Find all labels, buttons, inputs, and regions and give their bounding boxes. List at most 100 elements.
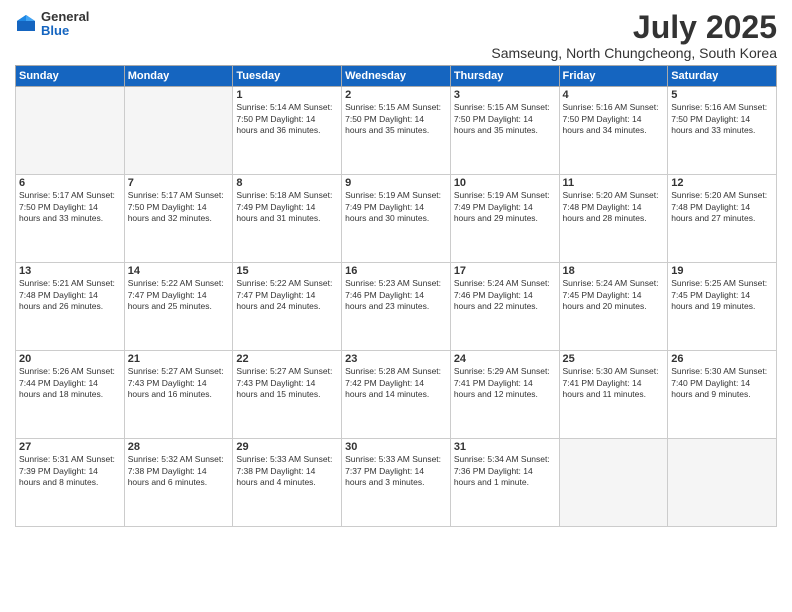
calendar-cell: 12Sunrise: 5:20 AM Sunset: 7:48 PM Dayli… xyxy=(668,175,777,263)
logo-text: General Blue xyxy=(41,10,89,39)
day-number: 20 xyxy=(19,353,121,365)
week-row-3: 13Sunrise: 5:21 AM Sunset: 7:48 PM Dayli… xyxy=(16,263,777,351)
day-info: Sunrise: 5:29 AM Sunset: 7:41 PM Dayligh… xyxy=(454,366,556,400)
calendar-cell: 20Sunrise: 5:26 AM Sunset: 7:44 PM Dayli… xyxy=(16,351,125,439)
day-info: Sunrise: 5:27 AM Sunset: 7:43 PM Dayligh… xyxy=(128,366,230,400)
day-number: 26 xyxy=(671,353,773,365)
day-number: 16 xyxy=(345,265,447,277)
month-title: July 2025 xyxy=(491,10,777,45)
day-info: Sunrise: 5:16 AM Sunset: 7:50 PM Dayligh… xyxy=(563,102,665,136)
calendar-cell: 27Sunrise: 5:31 AM Sunset: 7:39 PM Dayli… xyxy=(16,439,125,527)
week-row-4: 20Sunrise: 5:26 AM Sunset: 7:44 PM Dayli… xyxy=(16,351,777,439)
day-number: 10 xyxy=(454,177,556,189)
day-number: 19 xyxy=(671,265,773,277)
day-info: Sunrise: 5:21 AM Sunset: 7:48 PM Dayligh… xyxy=(19,278,121,312)
day-info: Sunrise: 5:17 AM Sunset: 7:50 PM Dayligh… xyxy=(128,190,230,224)
day-info: Sunrise: 5:22 AM Sunset: 7:47 PM Dayligh… xyxy=(128,278,230,312)
header-sunday: Sunday xyxy=(16,66,125,87)
logo-general: General xyxy=(41,10,89,24)
day-number: 13 xyxy=(19,265,121,277)
header-thursday: Thursday xyxy=(450,66,559,87)
day-info: Sunrise: 5:20 AM Sunset: 7:48 PM Dayligh… xyxy=(671,190,773,224)
calendar-cell xyxy=(559,439,668,527)
day-number: 31 xyxy=(454,441,556,453)
day-number: 2 xyxy=(345,89,447,101)
calendar-cell: 23Sunrise: 5:28 AM Sunset: 7:42 PM Dayli… xyxy=(342,351,451,439)
day-number: 30 xyxy=(345,441,447,453)
day-info: Sunrise: 5:32 AM Sunset: 7:38 PM Dayligh… xyxy=(128,454,230,488)
day-number: 5 xyxy=(671,89,773,101)
day-number: 1 xyxy=(236,89,338,101)
calendar: Sunday Monday Tuesday Wednesday Thursday… xyxy=(15,65,777,527)
day-number: 6 xyxy=(19,177,121,189)
calendar-cell: 3Sunrise: 5:15 AM Sunset: 7:50 PM Daylig… xyxy=(450,87,559,175)
day-info: Sunrise: 5:27 AM Sunset: 7:43 PM Dayligh… xyxy=(236,366,338,400)
day-number: 12 xyxy=(671,177,773,189)
calendar-cell: 7Sunrise: 5:17 AM Sunset: 7:50 PM Daylig… xyxy=(124,175,233,263)
calendar-cell xyxy=(16,87,125,175)
calendar-cell: 5Sunrise: 5:16 AM Sunset: 7:50 PM Daylig… xyxy=(668,87,777,175)
calendar-cell: 6Sunrise: 5:17 AM Sunset: 7:50 PM Daylig… xyxy=(16,175,125,263)
day-info: Sunrise: 5:31 AM Sunset: 7:39 PM Dayligh… xyxy=(19,454,121,488)
calendar-cell xyxy=(124,87,233,175)
day-number: 18 xyxy=(563,265,665,277)
calendar-cell xyxy=(668,439,777,527)
calendar-cell: 31Sunrise: 5:34 AM Sunset: 7:36 PM Dayli… xyxy=(450,439,559,527)
day-info: Sunrise: 5:17 AM Sunset: 7:50 PM Dayligh… xyxy=(19,190,121,224)
calendar-cell: 9Sunrise: 5:19 AM Sunset: 7:49 PM Daylig… xyxy=(342,175,451,263)
calendar-cell: 29Sunrise: 5:33 AM Sunset: 7:38 PM Dayli… xyxy=(233,439,342,527)
day-number: 7 xyxy=(128,177,230,189)
week-row-2: 6Sunrise: 5:17 AM Sunset: 7:50 PM Daylig… xyxy=(16,175,777,263)
calendar-cell: 13Sunrise: 5:21 AM Sunset: 7:48 PM Dayli… xyxy=(16,263,125,351)
day-info: Sunrise: 5:28 AM Sunset: 7:42 PM Dayligh… xyxy=(345,366,447,400)
header-saturday: Saturday xyxy=(668,66,777,87)
header-wednesday: Wednesday xyxy=(342,66,451,87)
calendar-cell: 14Sunrise: 5:22 AM Sunset: 7:47 PM Dayli… xyxy=(124,263,233,351)
day-info: Sunrise: 5:19 AM Sunset: 7:49 PM Dayligh… xyxy=(454,190,556,224)
day-number: 11 xyxy=(563,177,665,189)
day-number: 29 xyxy=(236,441,338,453)
day-number: 25 xyxy=(563,353,665,365)
calendar-cell: 11Sunrise: 5:20 AM Sunset: 7:48 PM Dayli… xyxy=(559,175,668,263)
day-number: 4 xyxy=(563,89,665,101)
day-info: Sunrise: 5:34 AM Sunset: 7:36 PM Dayligh… xyxy=(454,454,556,488)
page: General Blue July 2025 Samseung, North C… xyxy=(0,0,792,612)
day-number: 23 xyxy=(345,353,447,365)
day-info: Sunrise: 5:33 AM Sunset: 7:37 PM Dayligh… xyxy=(345,454,447,488)
day-info: Sunrise: 5:15 AM Sunset: 7:50 PM Dayligh… xyxy=(345,102,447,136)
calendar-cell: 10Sunrise: 5:19 AM Sunset: 7:49 PM Dayli… xyxy=(450,175,559,263)
day-info: Sunrise: 5:22 AM Sunset: 7:47 PM Dayligh… xyxy=(236,278,338,312)
day-info: Sunrise: 5:30 AM Sunset: 7:41 PM Dayligh… xyxy=(563,366,665,400)
logo-blue: Blue xyxy=(41,24,89,38)
day-info: Sunrise: 5:24 AM Sunset: 7:46 PM Dayligh… xyxy=(454,278,556,312)
calendar-cell: 2Sunrise: 5:15 AM Sunset: 7:50 PM Daylig… xyxy=(342,87,451,175)
day-number: 9 xyxy=(345,177,447,189)
calendar-cell: 21Sunrise: 5:27 AM Sunset: 7:43 PM Dayli… xyxy=(124,351,233,439)
calendar-cell: 17Sunrise: 5:24 AM Sunset: 7:46 PM Dayli… xyxy=(450,263,559,351)
calendar-cell: 24Sunrise: 5:29 AM Sunset: 7:41 PM Dayli… xyxy=(450,351,559,439)
title-block: July 2025 Samseung, North Chungcheong, S… xyxy=(491,10,777,61)
day-number: 14 xyxy=(128,265,230,277)
day-number: 24 xyxy=(454,353,556,365)
calendar-cell: 30Sunrise: 5:33 AM Sunset: 7:37 PM Dayli… xyxy=(342,439,451,527)
day-number: 21 xyxy=(128,353,230,365)
calendar-cell: 25Sunrise: 5:30 AM Sunset: 7:41 PM Dayli… xyxy=(559,351,668,439)
calendar-cell: 15Sunrise: 5:22 AM Sunset: 7:47 PM Dayli… xyxy=(233,263,342,351)
calendar-cell: 8Sunrise: 5:18 AM Sunset: 7:49 PM Daylig… xyxy=(233,175,342,263)
day-number: 28 xyxy=(128,441,230,453)
calendar-cell: 19Sunrise: 5:25 AM Sunset: 7:45 PM Dayli… xyxy=(668,263,777,351)
week-row-1: 1Sunrise: 5:14 AM Sunset: 7:50 PM Daylig… xyxy=(16,87,777,175)
day-info: Sunrise: 5:33 AM Sunset: 7:38 PM Dayligh… xyxy=(236,454,338,488)
day-info: Sunrise: 5:16 AM Sunset: 7:50 PM Dayligh… xyxy=(671,102,773,136)
day-info: Sunrise: 5:23 AM Sunset: 7:46 PM Dayligh… xyxy=(345,278,447,312)
calendar-cell: 4Sunrise: 5:16 AM Sunset: 7:50 PM Daylig… xyxy=(559,87,668,175)
calendar-cell: 22Sunrise: 5:27 AM Sunset: 7:43 PM Dayli… xyxy=(233,351,342,439)
day-number: 27 xyxy=(19,441,121,453)
day-info: Sunrise: 5:30 AM Sunset: 7:40 PM Dayligh… xyxy=(671,366,773,400)
calendar-cell: 1Sunrise: 5:14 AM Sunset: 7:50 PM Daylig… xyxy=(233,87,342,175)
day-number: 22 xyxy=(236,353,338,365)
day-info: Sunrise: 5:19 AM Sunset: 7:49 PM Dayligh… xyxy=(345,190,447,224)
logo-icon xyxy=(15,13,37,35)
day-info: Sunrise: 5:14 AM Sunset: 7:50 PM Dayligh… xyxy=(236,102,338,136)
day-info: Sunrise: 5:25 AM Sunset: 7:45 PM Dayligh… xyxy=(671,278,773,312)
